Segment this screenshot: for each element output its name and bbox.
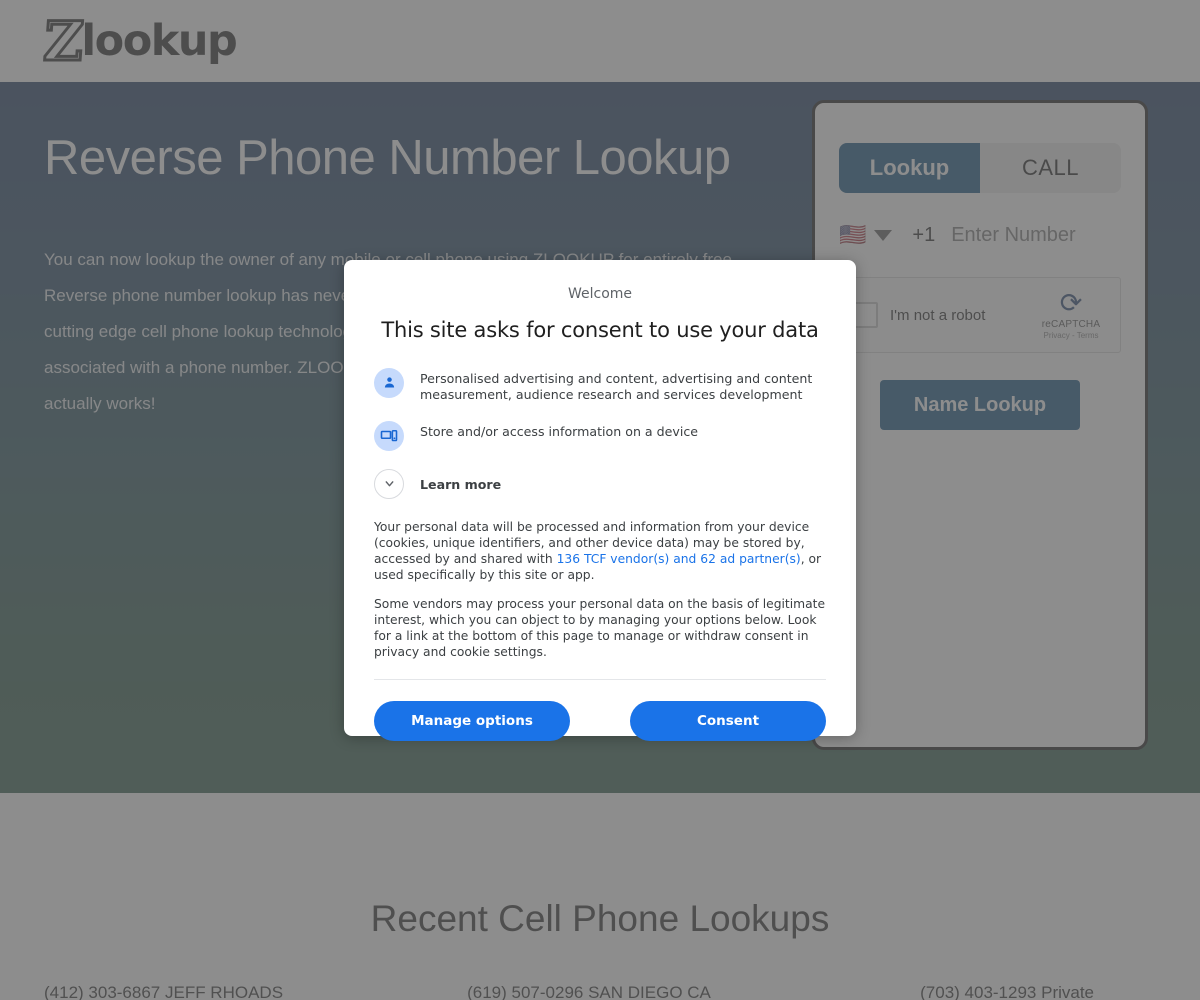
dialog-divider: [374, 678, 826, 680]
consent-dialog: Welcome This site asks for consent to us…: [344, 260, 856, 741]
dialog-eyebrow: Welcome: [567, 286, 633, 302]
consent-purpose-list: Personalised advertising and content, ad…: [374, 367, 826, 499]
consent-button[interactable]: Consent: [630, 700, 826, 741]
dialog-body-paragraph-2: Some vendors may process your personal d…: [374, 596, 826, 659]
vendors-link[interactable]: 136 TCF vendor(s) and 62 ad partner(s): [557, 552, 801, 566]
dialog-body-paragraph-1: Your personal data will be processed and…: [374, 519, 826, 583]
consent-purpose-label: Personalised advertising and content, ad…: [420, 370, 813, 402]
person-icon: [374, 367, 404, 398]
consent-purpose-personalised-ads: Personalised advertising and content, ad…: [374, 367, 826, 403]
dialog-heading: This site asks for consent to use your d…: [381, 317, 819, 342]
learn-more-row[interactable]: Learn more: [374, 468, 826, 499]
learn-more-label: Learn more: [420, 476, 502, 492]
dialog-actions: Manage options Consent: [374, 700, 826, 741]
manage-options-button[interactable]: Manage options: [374, 700, 570, 741]
consent-purpose-device-storage: Store and/or access information on a dev…: [374, 420, 826, 451]
page-root: Z lookup Reverse Phone Number Lookup You…: [0, 0, 1200, 1000]
devices-icon: [374, 420, 404, 451]
consent-purpose-label: Store and/or access information on a dev…: [420, 423, 699, 439]
dialog-body-text: Your personal data will be processed and…: [374, 519, 826, 660]
chevron-down-icon[interactable]: [374, 468, 404, 499]
